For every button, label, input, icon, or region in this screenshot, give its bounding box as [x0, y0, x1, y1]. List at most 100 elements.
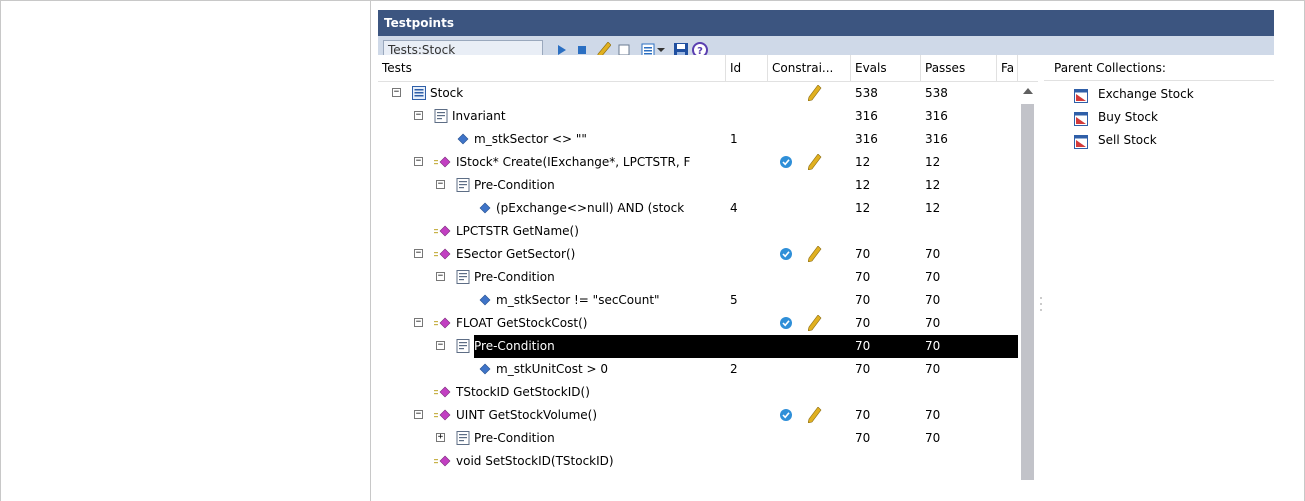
passes-value: 70 [925, 408, 941, 422]
collection-icon [1074, 88, 1088, 103]
parent-collections-panel: Parent Collections: Exchange Stock Buy St… [1044, 55, 1274, 501]
test-id [730, 312, 766, 335]
evals-value: 70 [855, 293, 871, 307]
tree-row[interactable]: − Pre-Condition 12 12 [378, 174, 1018, 197]
collapse-icon[interactable]: − [436, 272, 445, 281]
testpoints-panel: Testpoints Tests:Stock ? Tests Id Constr… [378, 10, 1274, 501]
test-id [730, 151, 766, 174]
collection-icon [1074, 134, 1088, 149]
collapse-icon[interactable]: − [414, 318, 423, 327]
tree-row[interactable]: − UINT GetStockVolume() 70 70 [378, 404, 1018, 427]
tree-row[interactable]: void SetStockID(TStockID) [378, 450, 1018, 473]
collapse-icon[interactable]: − [414, 410, 423, 419]
column-header-passes[interactable]: Passes [921, 55, 997, 81]
test-id [730, 404, 766, 427]
test-id: 1 [730, 132, 738, 146]
test-id: 4 [730, 201, 738, 215]
passes-value [925, 381, 995, 404]
passes-value: 70 [925, 316, 941, 330]
tree-row[interactable]: − Pre-Condition 70 70 [378, 266, 1018, 289]
pencil-icon [807, 314, 822, 332]
check-icon [779, 408, 793, 422]
evals-value [855, 450, 917, 473]
evals-value: 70 [855, 362, 871, 376]
passes-value [925, 220, 995, 243]
frame-top-border [0, 0, 1305, 1]
test-id [730, 220, 766, 243]
passes-value: 70 [925, 431, 941, 445]
pencil-icon [807, 406, 822, 424]
evals-value [855, 381, 917, 404]
test-icon [478, 293, 492, 307]
test-label: UINT GetStockVolume() [456, 408, 598, 422]
expand-icon[interactable]: + [436, 433, 445, 442]
constraint-group-icon [456, 339, 470, 353]
tree-row[interactable]: m_stkSector <> "" 1 316 316 [378, 128, 1018, 151]
test-label: IStock* Create(IExchange*, LPCTSTR, F [456, 155, 691, 169]
tree-row[interactable]: − Stock 538 538 [378, 82, 1018, 105]
parent-collection-label: Buy Stock [1098, 110, 1158, 124]
test-label: TStockID GetStockID() [456, 385, 590, 399]
column-header-constraints[interactable]: Constrai... [768, 55, 851, 81]
passes-value: 70 [925, 362, 941, 376]
panel-title: Testpoints [378, 10, 1274, 36]
test-label: Stock [430, 86, 464, 100]
test-label: m_stkUnitCost > 0 [496, 362, 609, 376]
constraint-group-icon [434, 109, 448, 123]
tree-row[interactable]: − FLOAT GetStockCost() 70 70 [378, 312, 1018, 335]
collapse-icon[interactable]: − [392, 88, 401, 97]
constraint-group-icon [456, 270, 470, 284]
evals-value: 70 [855, 316, 871, 330]
collapse-icon[interactable]: − [414, 111, 423, 120]
evals-value: 316 [855, 109, 878, 123]
passes-value: 316 [925, 132, 948, 146]
tree-row[interactable]: − ESector GetSector() 70 70 [378, 243, 1018, 266]
column-header-id[interactable]: Id [726, 55, 768, 81]
test-icon [478, 362, 492, 376]
tree-row[interactable]: − Invariant 316 316 [378, 105, 1018, 128]
evals-value: 538 [855, 86, 878, 100]
test-label: Pre-Condition [474, 270, 555, 284]
class-icon [412, 86, 426, 100]
collapse-icon[interactable]: − [414, 249, 423, 258]
test-id [730, 450, 766, 473]
passes-value: 70 [925, 339, 941, 353]
operation-icon [434, 247, 452, 261]
frame-column-divider [370, 0, 371, 501]
test-label: Pre-Condition [474, 339, 555, 353]
test-label: (pExchange<>null) AND (stock [496, 201, 685, 215]
evals-value: 12 [855, 178, 871, 192]
check-icon [779, 247, 793, 261]
collapse-icon[interactable]: − [436, 341, 445, 350]
frame-left-border [0, 0, 1, 501]
collapse-icon[interactable]: − [436, 180, 445, 189]
column-header-tests[interactable]: Tests [378, 55, 726, 81]
tree-row[interactable]: m_stkUnitCost > 0 2 70 70 [378, 358, 1018, 381]
test-id [730, 243, 766, 266]
tree-row[interactable]: − Pre-Condition 70 70 [378, 335, 1018, 358]
tree-row[interactable]: (pExchange<>null) AND (stock 4 12 12 [378, 197, 1018, 220]
column-header-evals[interactable]: Evals [851, 55, 921, 81]
tree-row[interactable]: − IStock* Create(IExchange*, LPCTSTR, F 12… [378, 151, 1018, 174]
test-id: 5 [730, 293, 738, 307]
vertical-scrollbar[interactable] [1018, 82, 1038, 501]
tree-row[interactable]: + Pre-Condition 70 70 [378, 427, 1018, 450]
evals-value: 70 [855, 247, 871, 261]
passes-value: 12 [925, 178, 941, 192]
scroll-up-arrow-icon[interactable] [1023, 88, 1033, 95]
test-label: Pre-Condition [474, 431, 555, 445]
tree-row[interactable]: LPCTSTR GetName() [378, 220, 1018, 243]
evals-value [855, 220, 917, 243]
tree-row[interactable]: m_stkSector != "secCount" 5 70 70 [378, 289, 1018, 312]
constraint-group-icon [456, 178, 470, 192]
passes-value: 316 [925, 109, 948, 123]
column-header-fails[interactable]: Fa [997, 55, 1018, 81]
scrollbar-thumb[interactable] [1021, 104, 1034, 480]
operation-icon [434, 224, 452, 238]
collapse-icon[interactable]: − [414, 157, 423, 166]
operation-icon [434, 408, 452, 422]
tree-row[interactable]: TStockID GetStockID() [378, 381, 1018, 404]
test-id [730, 427, 766, 450]
test-id [730, 105, 766, 128]
evals-value: 70 [855, 431, 871, 445]
